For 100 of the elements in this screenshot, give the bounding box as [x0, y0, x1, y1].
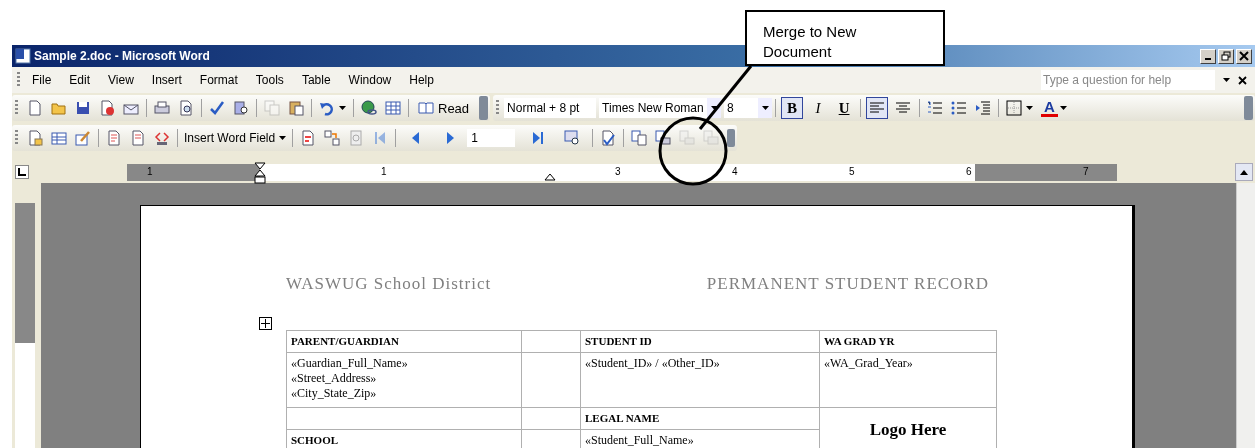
folder-icon[interactable]: [51, 100, 67, 116]
format-toggle-button[interactable]: B: [781, 97, 804, 119]
caret-icon: [279, 136, 287, 140]
find-entry-icon[interactable]: [564, 130, 581, 146]
close-icon[interactable]: [1238, 75, 1247, 85]
print-preview-icon[interactable]: [178, 100, 194, 116]
merge-to-document-icon[interactable]: [631, 130, 648, 146]
recipients-icon[interactable]: [51, 130, 67, 146]
undo-icon[interactable]: [319, 100, 335, 116]
close-icon: [1239, 51, 1249, 61]
center-icon: [896, 102, 911, 114]
paste-icon[interactable]: [288, 100, 304, 116]
format-toggle-button[interactable]: I: [807, 97, 830, 119]
menu-item[interactable]: Tools: [248, 71, 291, 89]
printer-icon[interactable]: [154, 100, 170, 116]
help-search-field[interactable]: Type a question for help: [1041, 70, 1215, 90]
numbered-list-icon[interactable]: [927, 100, 944, 116]
ruler-number: 4: [732, 165, 738, 177]
up-arrow-icon: [1240, 169, 1248, 175]
record-heading: PERMANENT STUDENT RECORD: [706, 274, 989, 294]
align-left-button[interactable]: [866, 97, 889, 119]
caret-icon[interactable]: [1026, 106, 1034, 110]
bulleted-list-icon[interactable]: [951, 100, 968, 116]
address-block-icon[interactable]: [106, 130, 122, 146]
table-cell: «Student_ID» / «Other_ID»: [580, 352, 820, 408]
menu-item[interactable]: File: [25, 71, 59, 89]
ruler-number: 6: [966, 165, 972, 177]
save-icon[interactable]: [75, 100, 91, 116]
horizontal-ruler[interactable]: 1 1 3 4 5 6 7: [127, 163, 1117, 181]
highlight-circle: [658, 116, 728, 186]
menu-item[interactable]: Format: [192, 71, 245, 89]
main-document-icon[interactable]: [27, 130, 43, 146]
vertical-scrollbar[interactable]: [1236, 183, 1255, 448]
table-cell: [521, 352, 581, 408]
toolbar-options-button[interactable]: [727, 129, 736, 147]
match-fields-icon[interactable]: [324, 130, 341, 146]
ruler-number: 1: [147, 165, 153, 177]
indent-icon[interactable]: [975, 100, 992, 116]
table-cell: STUDENT ID: [580, 330, 820, 353]
book-icon: [418, 102, 434, 114]
border-icon[interactable]: [1006, 100, 1023, 116]
menu-item[interactable]: Insert: [144, 71, 189, 89]
indent-marker-icon[interactable]: [254, 161, 266, 184]
table-cell: [521, 407, 581, 430]
word-app-icon: [15, 48, 31, 64]
table-cell: [521, 330, 581, 353]
ruler-number: 5: [849, 165, 855, 177]
check-errors-icon[interactable]: [600, 130, 617, 146]
table-cell: WA GRAD YR: [819, 330, 997, 353]
menu-item[interactable]: Window: [341, 71, 399, 89]
highlight-fields-icon[interactable]: [300, 130, 317, 146]
window-title: Sample 2.doc - Microsoft Word: [34, 49, 210, 63]
minimize-icon: [1205, 58, 1211, 60]
vertical-ruler[interactable]: [15, 203, 35, 448]
district-heading: WASWUG School District: [286, 274, 492, 294]
read-button[interactable]: Read: [412, 100, 476, 116]
close-button[interactable]: [1236, 48, 1252, 64]
table-cell: «WA_Grad_Year»: [819, 352, 997, 408]
record-number-field[interactable]: 1: [467, 129, 516, 147]
font-dropdown[interactable]: Times New Roman: [599, 98, 708, 118]
caret-icon[interactable]: [1223, 78, 1230, 82]
spelling-icon[interactable]: [209, 100, 225, 116]
ruler-number: 3: [615, 165, 621, 177]
caret-icon[interactable]: [339, 106, 346, 110]
restore-button[interactable]: [1218, 48, 1234, 64]
merge-fields-icon[interactable]: [154, 130, 170, 146]
edit-recipients-icon[interactable]: [75, 130, 91, 146]
table-cell: SCHOOL: [286, 429, 522, 448]
menu-item[interactable]: Help: [402, 71, 441, 89]
minimize-button[interactable]: [1200, 48, 1216, 64]
table-move-handle-icon[interactable]: [259, 317, 272, 330]
menu-item[interactable]: View: [101, 71, 141, 89]
font-size-dropdown[interactable]: 8: [724, 98, 759, 118]
new-document-icon[interactable]: [27, 100, 43, 116]
greeting-line-icon[interactable]: [130, 130, 146, 146]
tab-selector-button[interactable]: [15, 165, 29, 179]
font-color-button[interactable]: A: [1041, 99, 1058, 117]
toolbar-options-button[interactable]: [479, 96, 489, 120]
research-icon[interactable]: [233, 100, 249, 116]
table-icon[interactable]: [385, 100, 401, 116]
style-dropdown[interactable]: Normal + 8 pt: [504, 98, 597, 118]
right-indent-marker-icon[interactable]: [544, 172, 556, 181]
table-cell: «Guardian_Full_Name» «Street_Address» «City_State_Zip»: [286, 352, 522, 408]
restore-icon: [1221, 51, 1231, 61]
caret-icon[interactable]: [1059, 106, 1067, 110]
toolbar-grip[interactable]: [17, 72, 20, 88]
menu-item[interactable]: Table: [294, 71, 338, 89]
permission-icon[interactable]: [99, 100, 115, 116]
menu-item[interactable]: Edit: [62, 71, 98, 89]
format-toggle-button[interactable]: U: [833, 97, 856, 119]
callout-box: Merge to New Document: [745, 10, 945, 66]
insert-word-field-button[interactable]: Insert Word Field: [181, 131, 290, 145]
merge-to-printer-icon[interactable]: [655, 130, 672, 146]
globe-icon[interactable]: [361, 100, 377, 116]
table-cell: LEGAL NAME: [580, 407, 820, 430]
table-cell: Logo Here: [819, 407, 997, 448]
ruler-number: 1: [381, 165, 387, 177]
scroll-up-button[interactable]: [1235, 163, 1253, 181]
caret-icon[interactable]: [758, 98, 773, 118]
table-cell: PARENT/GUARDIAN: [286, 330, 522, 353]
